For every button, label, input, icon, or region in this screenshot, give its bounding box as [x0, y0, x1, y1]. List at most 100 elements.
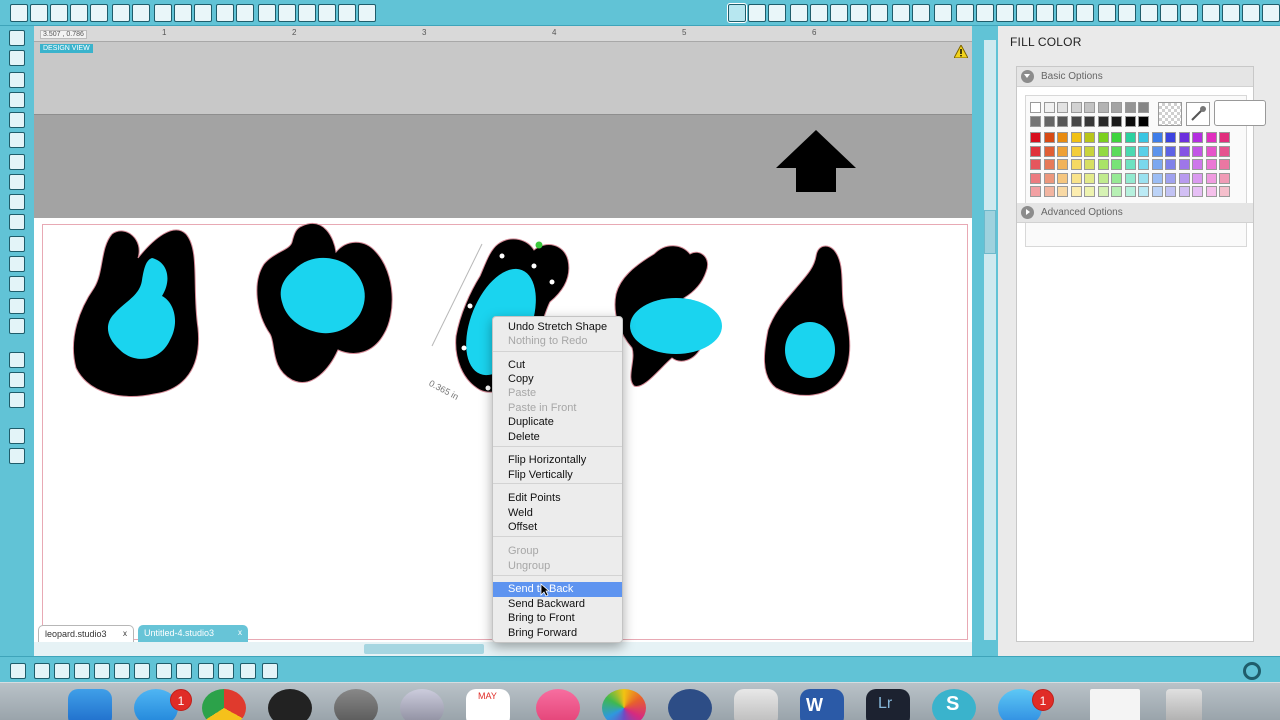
color-swatch[interactable]	[1043, 159, 1055, 170]
menu-item-weld[interactable]: Weld	[493, 506, 622, 520]
open-library-icon[interactable]	[50, 4, 68, 22]
save-icon[interactable]	[70, 4, 88, 22]
color-swatch[interactable]	[1030, 159, 1041, 170]
knife-icon[interactable]	[1262, 4, 1280, 22]
delete-icon[interactable]	[54, 663, 70, 679]
gray-swatch[interactable]	[1124, 116, 1136, 127]
color-swatch[interactable]	[1151, 172, 1163, 184]
gray-swatch[interactable]	[1138, 102, 1149, 113]
shape-fill-icon[interactable]	[790, 4, 808, 22]
color-swatch[interactable]	[1219, 186, 1230, 197]
align-icon[interactable]	[912, 4, 930, 22]
launchpad-icon[interactable]	[400, 689, 444, 720]
lightroom-icon[interactable]: Lr	[866, 689, 910, 720]
polygon-tool-icon[interactable]	[9, 154, 25, 170]
color-swatch[interactable]	[1030, 132, 1041, 143]
point-edit-icon[interactable]	[9, 50, 25, 66]
gray-swatch[interactable]	[1070, 116, 1082, 127]
page-icon[interactable]	[1160, 4, 1178, 22]
line-color-icon[interactable]	[810, 4, 828, 22]
eyedropper-icon[interactable]	[1186, 102, 1210, 126]
color-swatch[interactable]	[1178, 186, 1190, 197]
color-swatch[interactable]	[1165, 172, 1176, 184]
color-swatch[interactable]	[1111, 186, 1122, 197]
tab-leopard[interactable]: leopard.studio3 x	[38, 625, 134, 642]
curve-tool-icon[interactable]	[9, 174, 25, 190]
print-cut-icon[interactable]	[112, 4, 130, 22]
color-swatch[interactable]	[1030, 186, 1041, 197]
library-panel-icon[interactable]	[9, 372, 25, 388]
color-swatch[interactable]	[1151, 145, 1163, 157]
cut-settings-icon[interactable]	[1242, 4, 1260, 22]
gray-swatch[interactable]	[1111, 116, 1122, 127]
photos-icon[interactable]	[602, 689, 646, 720]
color-swatch[interactable]	[1165, 186, 1176, 197]
select-all-icon[interactable]	[10, 663, 26, 679]
dashboard-icon[interactable]	[268, 689, 312, 720]
release-compound-icon[interactable]	[134, 663, 150, 679]
color-swatch[interactable]	[1030, 172, 1041, 184]
color-swatch[interactable]	[1205, 159, 1217, 170]
color-swatch[interactable]	[1111, 132, 1122, 143]
gray-swatch[interactable]	[1057, 116, 1068, 127]
color-swatch[interactable]	[1219, 145, 1230, 157]
leopard-spot-1[interactable]	[72, 229, 200, 397]
font-book-icon[interactable]	[734, 689, 778, 720]
menu-item-send-to-back[interactable]: Send to Back	[493, 582, 622, 597]
collapse-arrow-icon[interactable]	[1021, 70, 1034, 83]
color-swatch[interactable]	[1138, 132, 1149, 143]
horizontal-scroll-thumb[interactable]	[364, 644, 484, 654]
basic-options-header[interactable]: Basic Options	[1017, 67, 1253, 87]
color-swatch[interactable]	[1178, 145, 1190, 157]
color-swatch[interactable]	[1151, 186, 1163, 197]
color-swatch[interactable]	[1057, 172, 1068, 184]
text-style-icon[interactable]	[934, 4, 952, 22]
gray-swatch[interactable]	[1111, 102, 1122, 113]
menu-item-bring-to-front[interactable]: Bring to Front	[493, 611, 622, 625]
color-swatch[interactable]	[1192, 172, 1203, 184]
zoom-in-icon[interactable]	[278, 4, 296, 22]
color-swatch[interactable]	[1057, 145, 1068, 157]
trash-icon[interactable]	[1166, 689, 1202, 720]
quicktime-icon[interactable]	[668, 689, 712, 720]
layers-icon[interactable]	[1222, 4, 1240, 22]
color-swatch[interactable]	[1097, 159, 1109, 170]
color-swatch[interactable]	[1178, 172, 1190, 184]
menu-item-edit-points[interactable]: Edit Points	[493, 491, 622, 505]
tab-untitled[interactable]: Untitled-4.studio3 x	[138, 625, 248, 642]
copy-icon[interactable]	[154, 4, 172, 22]
tab-close-icon[interactable]: x	[123, 626, 127, 642]
freehand-tool-icon[interactable]	[9, 194, 25, 210]
color-swatch[interactable]	[1084, 132, 1095, 143]
undo-icon[interactable]	[216, 4, 234, 22]
menu-item-cut[interactable]: Cut	[493, 358, 622, 372]
color-swatch[interactable]	[1043, 186, 1055, 197]
no-fill-swatch[interactable]	[1158, 102, 1182, 126]
zoom-drag-icon[interactable]	[338, 4, 356, 22]
vertical-scrollbar[interactable]	[984, 40, 996, 640]
vertical-scroll-thumb[interactable]	[984, 210, 996, 254]
leopard-spot-2[interactable]	[256, 223, 393, 383]
document-thumbnail-icon[interactable]	[1090, 689, 1140, 720]
color-swatch[interactable]	[1057, 186, 1068, 197]
silhouette-studio-icon[interactable]: S	[932, 689, 976, 720]
menu-item-copy[interactable]: Copy	[493, 372, 622, 386]
zoom-out-icon[interactable]	[298, 4, 316, 22]
line-tool-icon[interactable]	[9, 72, 25, 88]
paste-icon[interactable]	[174, 4, 192, 22]
custom-color-button[interactable]	[1214, 100, 1266, 126]
color-swatch[interactable]	[1084, 186, 1095, 197]
color-swatch[interactable]	[1030, 145, 1041, 157]
design-view-icon[interactable]	[9, 428, 25, 444]
weld-icon[interactable]	[156, 663, 172, 679]
rectangle-tool-icon[interactable]	[9, 92, 25, 108]
color-swatch[interactable]	[1138, 186, 1149, 197]
calendar-icon[interactable]: MAY	[466, 689, 510, 720]
color-swatch[interactable]	[1111, 159, 1122, 170]
menu-item-duplicate[interactable]: Duplicate	[493, 415, 622, 429]
smooth-freehand-icon[interactable]	[9, 214, 25, 230]
color-swatch[interactable]	[1178, 159, 1190, 170]
print-icon[interactable]	[90, 4, 108, 22]
color-swatch[interactable]	[1138, 159, 1149, 170]
trace-icon[interactable]	[1118, 4, 1136, 22]
